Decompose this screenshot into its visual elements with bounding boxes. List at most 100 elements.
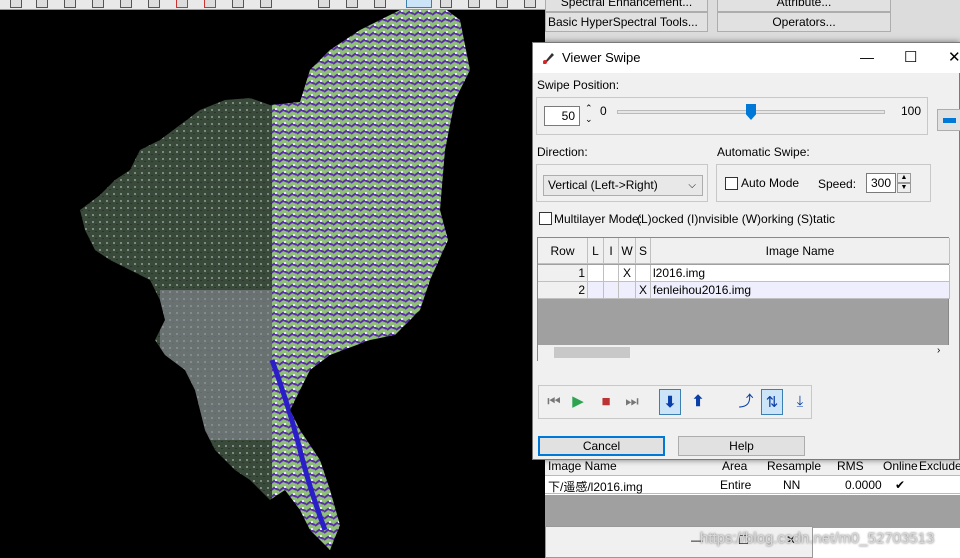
close-button[interactable]: ✕ (948, 48, 960, 66)
zoom-out-icon[interactable] (468, 0, 480, 8)
image-grid: Row L I W S Image Name 1 X l2016.img 2 X… (537, 237, 950, 361)
col-locked[interactable]: L (588, 238, 604, 264)
minimize-button[interactable]: — (860, 49, 874, 65)
horizontal-scrollbar[interactable]: › (538, 345, 950, 361)
chevron-down-icon: ⌵ (688, 180, 696, 191)
col-row[interactable]: Row (538, 238, 588, 264)
row-image-name[interactable]: l2016.img (651, 265, 950, 282)
col-rms: RMS (837, 459, 864, 473)
pan-icon[interactable] (346, 0, 358, 8)
spectral-enhancement-button[interactable]: Spectral Enhancement... (545, 0, 708, 12)
hyperspectral-tools-button[interactable]: Basic HyperSpectral Tools... (545, 12, 708, 32)
measure-icon[interactable] (204, 0, 216, 8)
hand-icon[interactable] (496, 0, 508, 8)
image-viewer[interactable] (0, 10, 545, 558)
direction-label: Direction: (537, 145, 588, 159)
direction-value: Vertical (Left->Right) (548, 178, 658, 192)
swipe-slider-thumb[interactable] (746, 104, 756, 120)
col-working[interactable]: W (619, 238, 636, 264)
col-invisible[interactable]: I (604, 238, 619, 264)
cursor-icon[interactable] (232, 0, 244, 8)
row-rms: 0.0000 (845, 478, 882, 492)
col-image-name[interactable]: Image Name (651, 238, 950, 264)
slider-max-label: 100 (901, 104, 922, 118)
row-image-name[interactable]: fenleihou2016.img (651, 282, 950, 299)
move-down-icon[interactable]: ⬇ (659, 389, 681, 415)
info-icon[interactable] (148, 0, 160, 8)
speed-up-icon[interactable]: ▲ (897, 173, 911, 183)
help-button[interactable]: Help (678, 436, 805, 456)
col-area: Area (722, 459, 748, 473)
swap-icon[interactable]: ⇅ (761, 389, 783, 415)
arrow-icon[interactable] (524, 0, 536, 8)
speed-input[interactable]: 300 (866, 173, 896, 193)
operators-button[interactable]: Operators... (717, 12, 891, 32)
roam-icon[interactable] (176, 0, 188, 8)
direction-group: Vertical (Left->Right) ⌵ (536, 164, 708, 202)
row-working-cell[interactable] (619, 282, 636, 299)
scrollbar-thumb[interactable] (554, 347, 630, 358)
viewer-swipe-dialog: Viewer Swipe — ☐ ✕ Swipe Position: 50 ⌃ … (532, 42, 960, 460)
row-invisible-cell[interactable] (604, 265, 619, 282)
row-working-cell[interactable]: X (619, 265, 636, 282)
first-frame-icon[interactable]: ⏮ (543, 389, 565, 415)
automatic-swipe-label: Automatic Swipe: (717, 145, 810, 159)
swipe-position-label: Swipe Position: (537, 78, 620, 92)
save-icon[interactable] (92, 0, 104, 8)
col-online: Online (883, 459, 918, 473)
watermark: https://blog.csdn.net/m0_52703513 (700, 530, 935, 547)
row-online-check-icon[interactable]: ✔ (895, 478, 905, 492)
select-icon[interactable] (406, 0, 432, 8)
automatic-swipe-group: Auto Mode Speed: 300 ▲ ▼ (716, 164, 931, 202)
col-resample: Resample (767, 459, 822, 473)
open-icon[interactable] (10, 0, 22, 8)
line-icon[interactable] (374, 0, 386, 8)
stop-icon[interactable]: ■ (595, 389, 617, 415)
row-area: Entire (720, 478, 752, 492)
direction-select[interactable]: Vertical (Left->Right) ⌵ (543, 175, 703, 196)
swipe-position-input[interactable]: 50 (544, 106, 580, 126)
auto-mode-checkbox[interactable] (725, 177, 738, 190)
print-icon[interactable] (64, 0, 76, 8)
row-static-cell[interactable] (636, 265, 651, 282)
zoom-in-icon[interactable] (440, 0, 452, 8)
dialog-title: Viewer Swipe (562, 50, 641, 65)
folder-icon[interactable] (36, 0, 48, 8)
layer-icon[interactable] (120, 0, 132, 8)
download-icon[interactable]: ⤓ (789, 389, 811, 415)
play-icon[interactable]: ▶ (567, 389, 589, 415)
row-resample: NN (783, 478, 801, 492)
dialog-titlebar[interactable]: Viewer Swipe — ☐ ✕ (533, 43, 960, 73)
scroll-right-icon[interactable]: › (937, 345, 940, 356)
attribute-button[interactable]: Attribute... (717, 0, 891, 12)
move-up-icon[interactable]: ⬆ (687, 389, 709, 415)
multilayer-label: Multilayer Mode: (554, 212, 643, 226)
last-frame-icon[interactable]: ⏭ (621, 389, 643, 415)
row-invisible-cell[interactable] (604, 282, 619, 299)
col-exclude: Exclude (919, 459, 960, 473)
spin-down-icon[interactable]: ⌄ (585, 114, 593, 125)
swipe-position-group: 50 ⌃ ⌄ 0 100 (536, 97, 928, 135)
zoom-icon[interactable] (318, 0, 330, 8)
row-locked-cell[interactable] (588, 265, 604, 282)
viewer-toolbar (0, 0, 545, 10)
swipe-image (80, 10, 470, 550)
multilayer-legend: (L)ocked (I)nvisible (W)orking (S)tatic (637, 212, 836, 226)
table-row[interactable]: 下/遥感/l2016.img Entire NN 0.0000 ✔ (545, 476, 960, 494)
row-locked-cell[interactable] (588, 282, 604, 299)
maximize-button[interactable]: ☐ (904, 48, 917, 66)
multilayer-checkbox[interactable] (539, 212, 552, 225)
swipe-app-icon (541, 51, 555, 65)
side-toggle-button[interactable] (937, 109, 960, 131)
speed-label: Speed: (818, 177, 857, 191)
spin-up-icon[interactable]: ⌃ (585, 103, 593, 114)
row-static-cell[interactable]: X (636, 282, 651, 299)
cancel-button[interactable]: Cancel (538, 436, 665, 456)
row-number: 2 (538, 282, 588, 299)
col-image-name: Image Name (548, 459, 617, 473)
fit-icon[interactable] (260, 0, 272, 8)
panel-icon (943, 118, 956, 123)
refresh-icon[interactable]: ⤴ (735, 389, 757, 415)
col-static[interactable]: S (636, 238, 651, 264)
speed-down-icon[interactable]: ▼ (897, 183, 911, 193)
